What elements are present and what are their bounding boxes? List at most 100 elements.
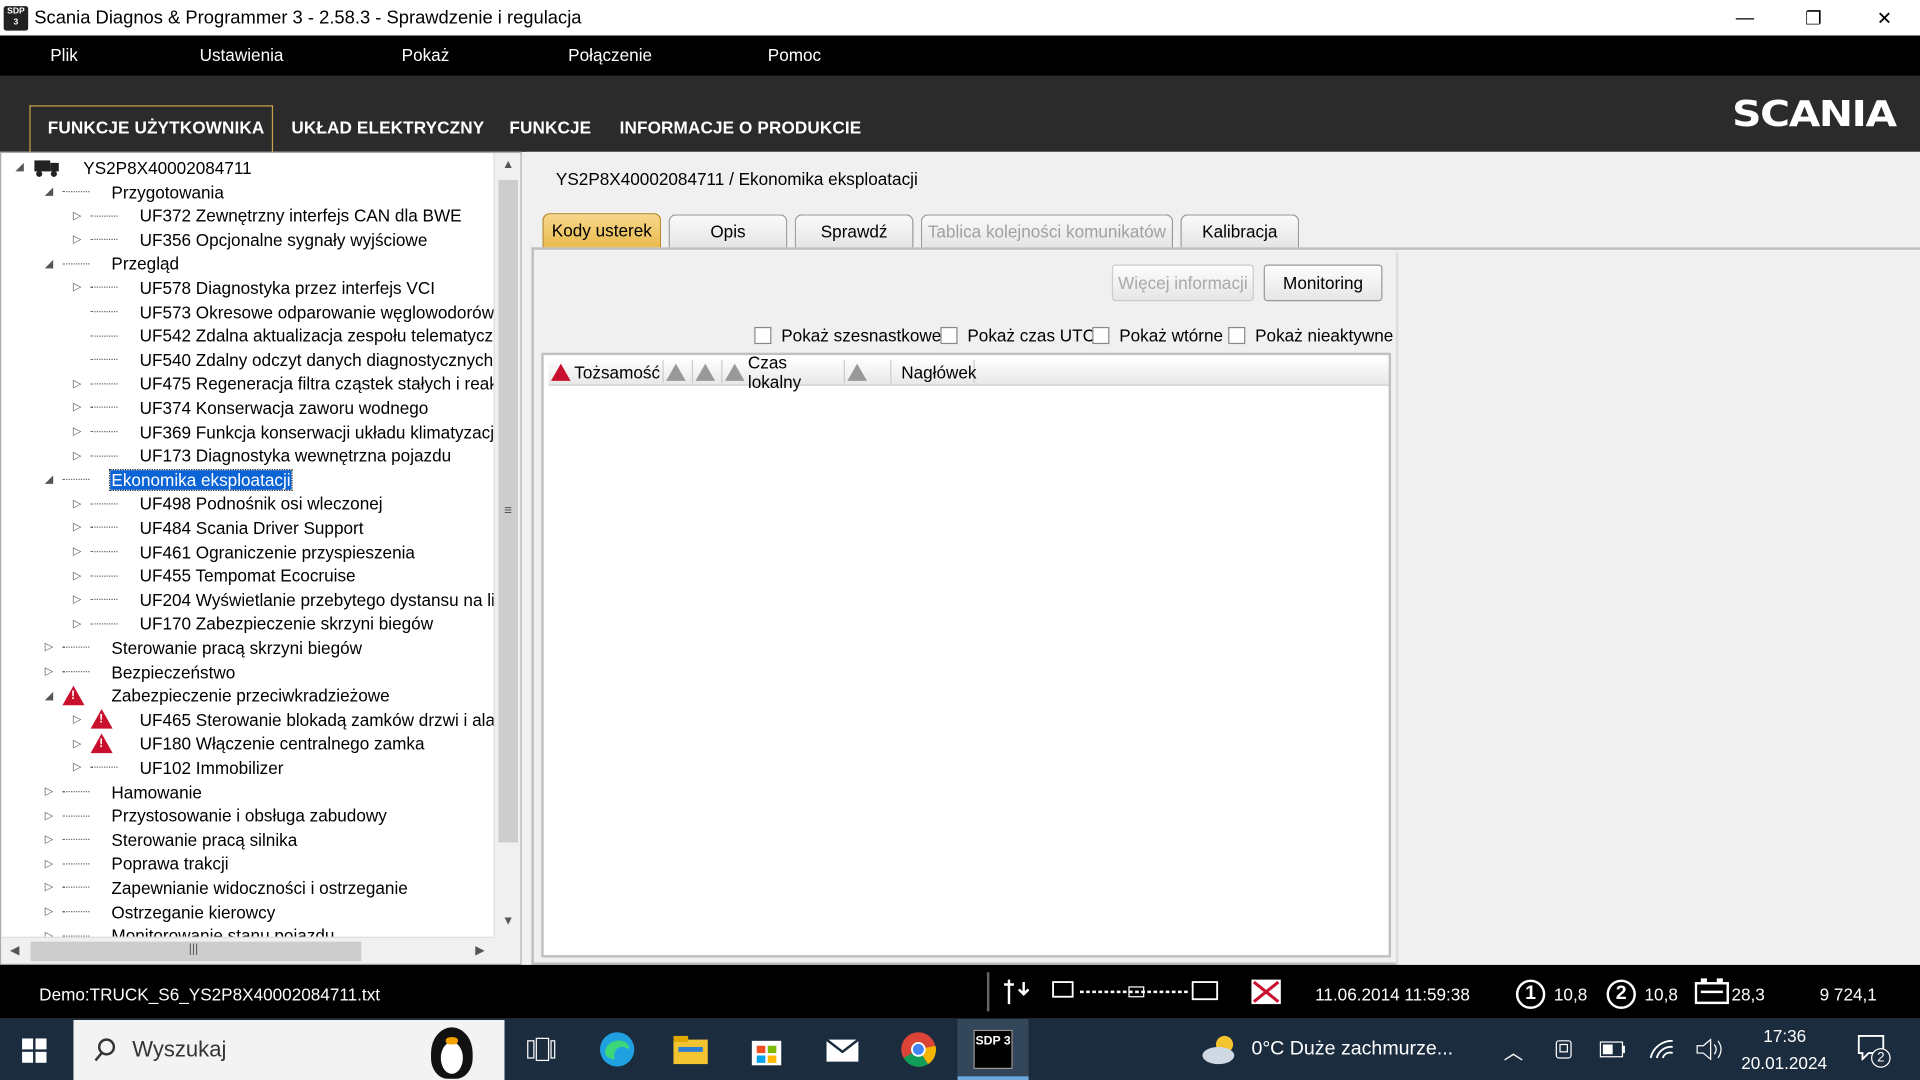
expand-icon[interactable]: ▷ [71, 497, 83, 510]
tree-item[interactable]: ▷ UF173 Diagnostyka wewnętrzna pojazdu [1, 444, 491, 467]
expand-icon[interactable]: ▷ [71, 521, 83, 534]
task-view-icon[interactable] [522, 1030, 561, 1069]
tree-group[interactable]: ◢ Przegląd [1, 252, 491, 275]
expand-icon[interactable]: ▷ [71, 233, 83, 246]
checkbox-box[interactable] [1228, 326, 1246, 345]
tree-item[interactable]: ▷ UF578 Diagnostyka przez interfejs VCI [1, 276, 491, 299]
tree-item[interactable]: ▷ UF475 Regeneracja filtra cząstek stałyc… [1, 372, 494, 395]
tree-group[interactable]: ▷ Sterowanie pracą skrzyni biegów [1, 636, 491, 659]
show-hex-checkbox[interactable]: Pokaż szesnastkowe [754, 326, 941, 345]
menu-polaczenie[interactable]: Połączenie [568, 45, 652, 65]
chrome-icon[interactable] [899, 1030, 938, 1069]
tree-group[interactable]: ▷ Hamowanie [1, 780, 491, 803]
tree-item[interactable]: ▷ UF461 Ograniczenie przyspieszenia [1, 540, 491, 563]
weather-text[interactable]: 0°C Duże zachmurze... [1251, 1038, 1453, 1060]
tree-group[interactable]: ▷ Ostrzeganie kierowcy [1, 900, 491, 923]
expand-icon[interactable]: ▷ [71, 281, 83, 294]
collapse-icon[interactable]: ◢ [43, 257, 55, 270]
tree-horizontal-scrollbar[interactable]: ◀ ||| ▶ [1, 936, 494, 964]
battery-tray-icon[interactable] [1599, 1041, 1626, 1058]
menu-pokaz[interactable]: Pokaż [402, 45, 450, 65]
tree-item[interactable]: ▷ UF465 Sterowanie blokadą zamków drzwi i… [1, 708, 493, 731]
tree-group[interactable]: ◢ Zabezpieczenie przeciwkradzieżowe [1, 684, 491, 707]
tab-kalibracja[interactable]: Kalibracja [1180, 214, 1300, 249]
tree-group[interactable]: ▷ Sterowanie pracą silnika [1, 828, 491, 851]
tab-uklad-elektryczny[interactable]: UKŁAD ELEKTRYCZNY [291, 118, 484, 138]
tree-item[interactable]: ▷ UF455 Tempomat Ecocruise [1, 564, 491, 587]
tree-item[interactable]: ▷ UF170 Zabezpieczenie skrzyni biegów [1, 612, 491, 635]
tab-opis[interactable]: Opis [668, 214, 788, 249]
expand-icon[interactable]: ▷ [43, 857, 55, 870]
tab-informacje-o-produkcie[interactable]: INFORMACJE O PRODUKCIE [620, 118, 862, 138]
expand-icon[interactable]: ▷ [71, 401, 83, 414]
file-explorer-icon[interactable] [671, 1030, 710, 1069]
show-secondary-checkbox[interactable]: Pokaż wtórne [1092, 326, 1223, 345]
meet-icon[interactable] [1553, 1038, 1577, 1060]
wifi-icon[interactable] [1648, 1038, 1675, 1060]
tab-sprawdz[interactable]: Sprawdź [794, 214, 914, 249]
clock-date[interactable]: 20.01.2024 [1741, 1053, 1827, 1073]
expand-icon[interactable]: ▷ [71, 593, 83, 606]
chevron-up-icon[interactable]: ︿ [1504, 1036, 1524, 1065]
tree-item[interactable]: ▷ UF374 Konserwacja zaworu wodnego [1, 396, 491, 419]
checkbox-box[interactable] [754, 326, 772, 345]
column-sum[interactable] [847, 360, 892, 384]
tree-item[interactable]: UF540 Zdalny odczyt danych diagnostyczny… [1, 348, 493, 371]
tree-group[interactable]: ▷ Poprawa trakcji [1, 852, 491, 875]
notification-center[interactable]: 2 [1856, 1033, 1891, 1068]
scroll-left-icon[interactable]: ◀ [1, 944, 28, 957]
expand-icon[interactable]: ▷ [71, 209, 83, 222]
expand-icon[interactable]: ▷ [71, 425, 83, 438]
expand-icon[interactable]: ▷ [71, 761, 83, 774]
tree-item[interactable]: ▷ UF102 Immobilizer [1, 756, 491, 779]
show-inactive-checkbox[interactable]: Pokaż nieaktywne [1228, 326, 1393, 345]
show-utc-checkbox[interactable]: Pokaż czas UTC [940, 326, 1095, 345]
menu-plik[interactable]: Plik [50, 45, 78, 65]
collapse-icon[interactable]: ◢ [43, 473, 55, 486]
taskbar-search[interactable]: Wyszukaj [73, 1020, 505, 1080]
tree-item[interactable]: ▷ UF372 Zewnętrzny interfejs CAN dla BWE [1, 204, 491, 227]
tree-item[interactable]: ▷ UF204 Wyświetlanie przebytego dystansu … [1, 588, 494, 611]
column-local-time[interactable]: Czas lokalny [724, 352, 845, 391]
expand-icon[interactable]: ▷ [71, 545, 83, 558]
expand-icon[interactable]: ▷ [43, 905, 55, 918]
menu-pomoc[interactable]: Pomoc [768, 45, 821, 65]
tree-group[interactable]: ◢ Ekonomika eksploatacji [1, 468, 491, 491]
expand-icon[interactable]: ▷ [71, 713, 83, 726]
column-header[interactable]: Nagłówek [894, 360, 977, 384]
tree-item[interactable]: UF542 Zdalna aktualizacja zespołu telema… [1, 324, 493, 347]
expand-icon[interactable]: ▷ [43, 641, 55, 654]
tree-item[interactable]: ▷ UF369 Funkcja konserwacji układu klimat… [1, 420, 494, 443]
menu-ustawienia[interactable]: Ustawienia [200, 45, 284, 65]
restore-button[interactable]: ❐ [1778, 0, 1849, 36]
expand-icon[interactable]: ▷ [71, 737, 83, 750]
tree-group[interactable]: ▷ Zapewnianie widoczności i ostrzeganie [1, 876, 491, 899]
tab-funkcje[interactable]: FUNKCJE [509, 118, 591, 138]
expand-icon[interactable]: ▷ [71, 569, 83, 582]
tree-item[interactable]: ▷ UF484 Scania Driver Support [1, 516, 491, 539]
sdp3-taskbar-button[interactable]: SDP 3 [957, 1018, 1029, 1080]
edge-icon[interactable] [598, 1030, 637, 1069]
expand-icon[interactable]: ▷ [71, 377, 83, 390]
monitoring-button[interactable]: Monitoring [1263, 264, 1383, 302]
tree-vertical-scrollbar[interactable]: ▲ ≡ ▼ [493, 153, 521, 937]
tab-funkcje-uzytkownika[interactable]: FUNKCJE UŻYTKOWNIKA [48, 118, 265, 138]
microsoft-store-icon[interactable] [747, 1030, 786, 1069]
collapse-icon[interactable]: ◢ [13, 160, 25, 173]
scroll-down-icon[interactable]: ▼ [495, 915, 521, 928]
column-identity[interactable]: Tożsamość [551, 360, 664, 384]
tree-root[interactable]: ◢ YS2P8X40002084711 [1, 156, 491, 179]
tree-item[interactable]: UF573 Okresowe odparowanie węglowodorów [1, 300, 493, 323]
expand-icon[interactable]: ▷ [43, 929, 55, 937]
tree-item[interactable]: ▷ UF498 Podnośnik osi wleczonej [1, 492, 491, 515]
expand-icon[interactable]: ▷ [43, 881, 55, 894]
tree-item[interactable]: ▷ UF180 Włączenie centralnego zamka [1, 732, 491, 755]
column-status-gear[interactable] [666, 360, 694, 384]
scroll-right-icon[interactable]: ▶ [467, 944, 494, 957]
scroll-up-icon[interactable]: ▲ [495, 158, 521, 171]
tree-group[interactable]: ▷ Przystosowanie i obsługa zabudowy [1, 804, 491, 827]
collapse-icon[interactable]: ◢ [43, 185, 55, 198]
expand-icon[interactable]: ▷ [43, 833, 55, 846]
expand-icon[interactable]: ▷ [43, 785, 55, 798]
expand-icon[interactable]: ▷ [71, 617, 83, 630]
